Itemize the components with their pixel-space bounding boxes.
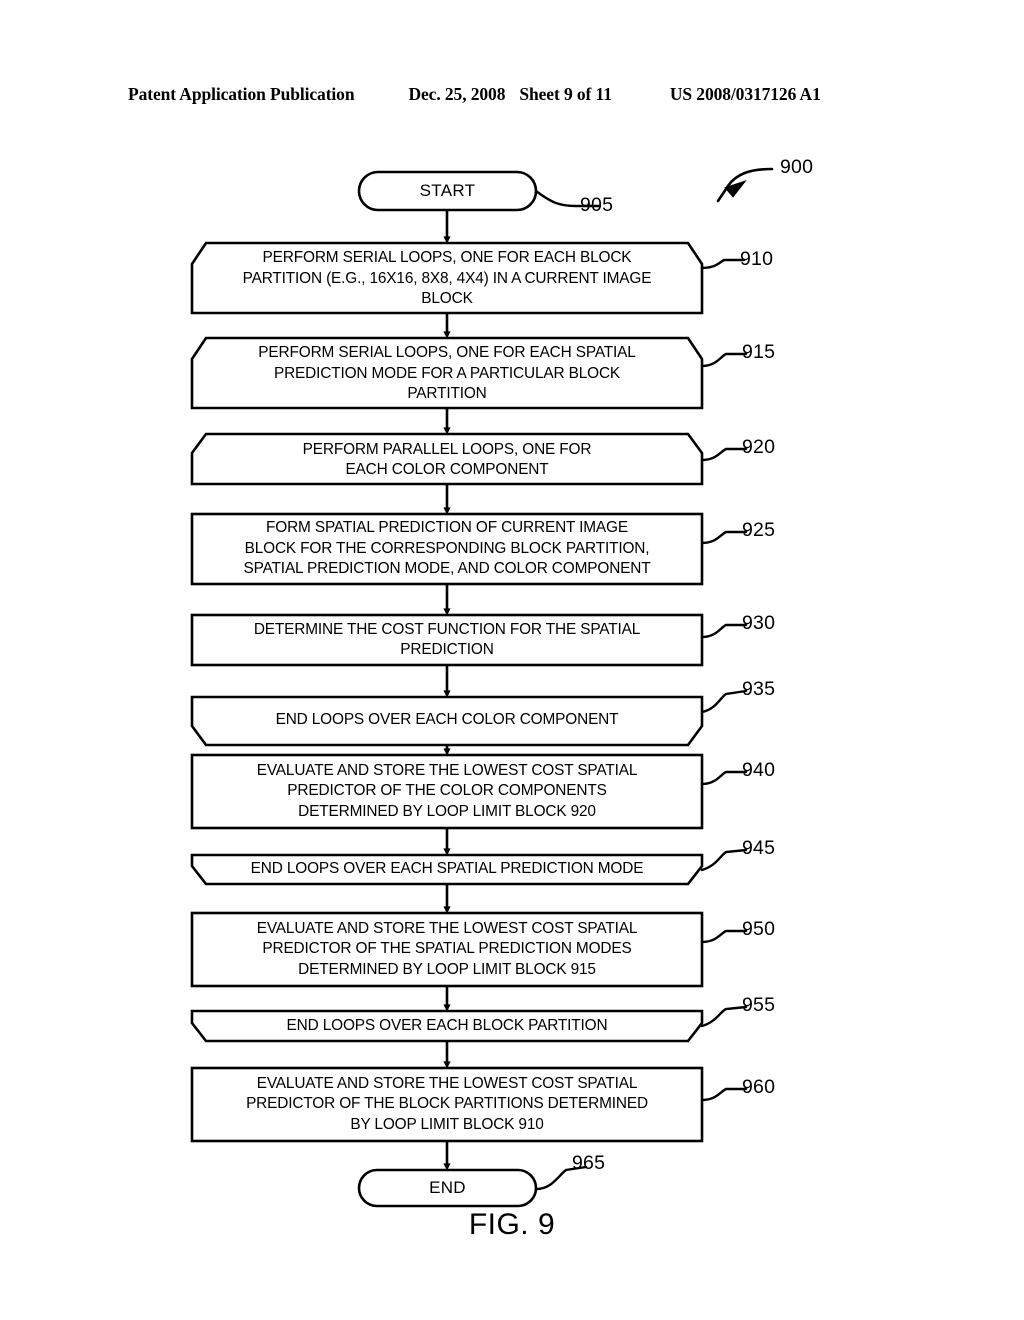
figure-ref-900-leader xyxy=(716,167,774,203)
leader-960 xyxy=(700,1087,748,1102)
ref-number-960: 960 xyxy=(742,1076,776,1098)
ref-number-900: 900 xyxy=(780,156,814,178)
figure-caption: FIG. 9 xyxy=(468,1208,556,1241)
shape-process-930 xyxy=(190,613,704,667)
ref-number-920: 920 xyxy=(742,436,776,458)
shape-loop-end-955 xyxy=(190,1009,704,1043)
ref-number-910: 910 xyxy=(740,248,774,270)
leader-940 xyxy=(700,770,748,786)
shape-process-925 xyxy=(190,512,704,586)
shape-process-940 xyxy=(190,753,704,830)
shape-loop-start-910 xyxy=(190,241,704,315)
shape-start-905 xyxy=(357,170,538,212)
leader-945 xyxy=(700,848,748,872)
flowchart-900: START PERFORM SERIAL LOOPS, ONE FOR EACH… xyxy=(0,0,1024,1320)
leader-935 xyxy=(700,689,748,714)
leader-930 xyxy=(700,623,748,639)
shape-process-950 xyxy=(190,911,704,988)
flowchart-vector-layer xyxy=(190,167,774,1208)
leader-line-group xyxy=(534,189,748,1191)
shape-process-960 xyxy=(190,1066,704,1143)
shape-loop-end-945 xyxy=(190,853,704,886)
leader-910 xyxy=(700,258,746,270)
ref-number-950: 950 xyxy=(742,918,776,940)
ref-number-940: 940 xyxy=(742,759,776,781)
ref-number-945: 945 xyxy=(742,837,776,859)
shape-loop-end-935 xyxy=(190,695,704,747)
leader-925 xyxy=(700,530,748,545)
ref-number-930: 930 xyxy=(742,612,776,634)
ref-number-925: 925 xyxy=(742,519,776,541)
ref-number-965: 965 xyxy=(572,1152,606,1174)
ref-number-915: 915 xyxy=(742,341,776,363)
shape-end-965 xyxy=(357,1168,538,1208)
shape-loop-start-920 xyxy=(190,432,704,486)
leader-920 xyxy=(700,447,748,462)
leader-955 xyxy=(700,1005,748,1028)
ref-number-935: 935 xyxy=(742,678,776,700)
ref-number-905: 905 xyxy=(580,194,614,216)
ref-number-955: 955 xyxy=(742,994,776,1016)
leader-915 xyxy=(700,352,748,368)
leader-950 xyxy=(700,929,748,944)
shape-loop-start-915 xyxy=(190,336,704,410)
